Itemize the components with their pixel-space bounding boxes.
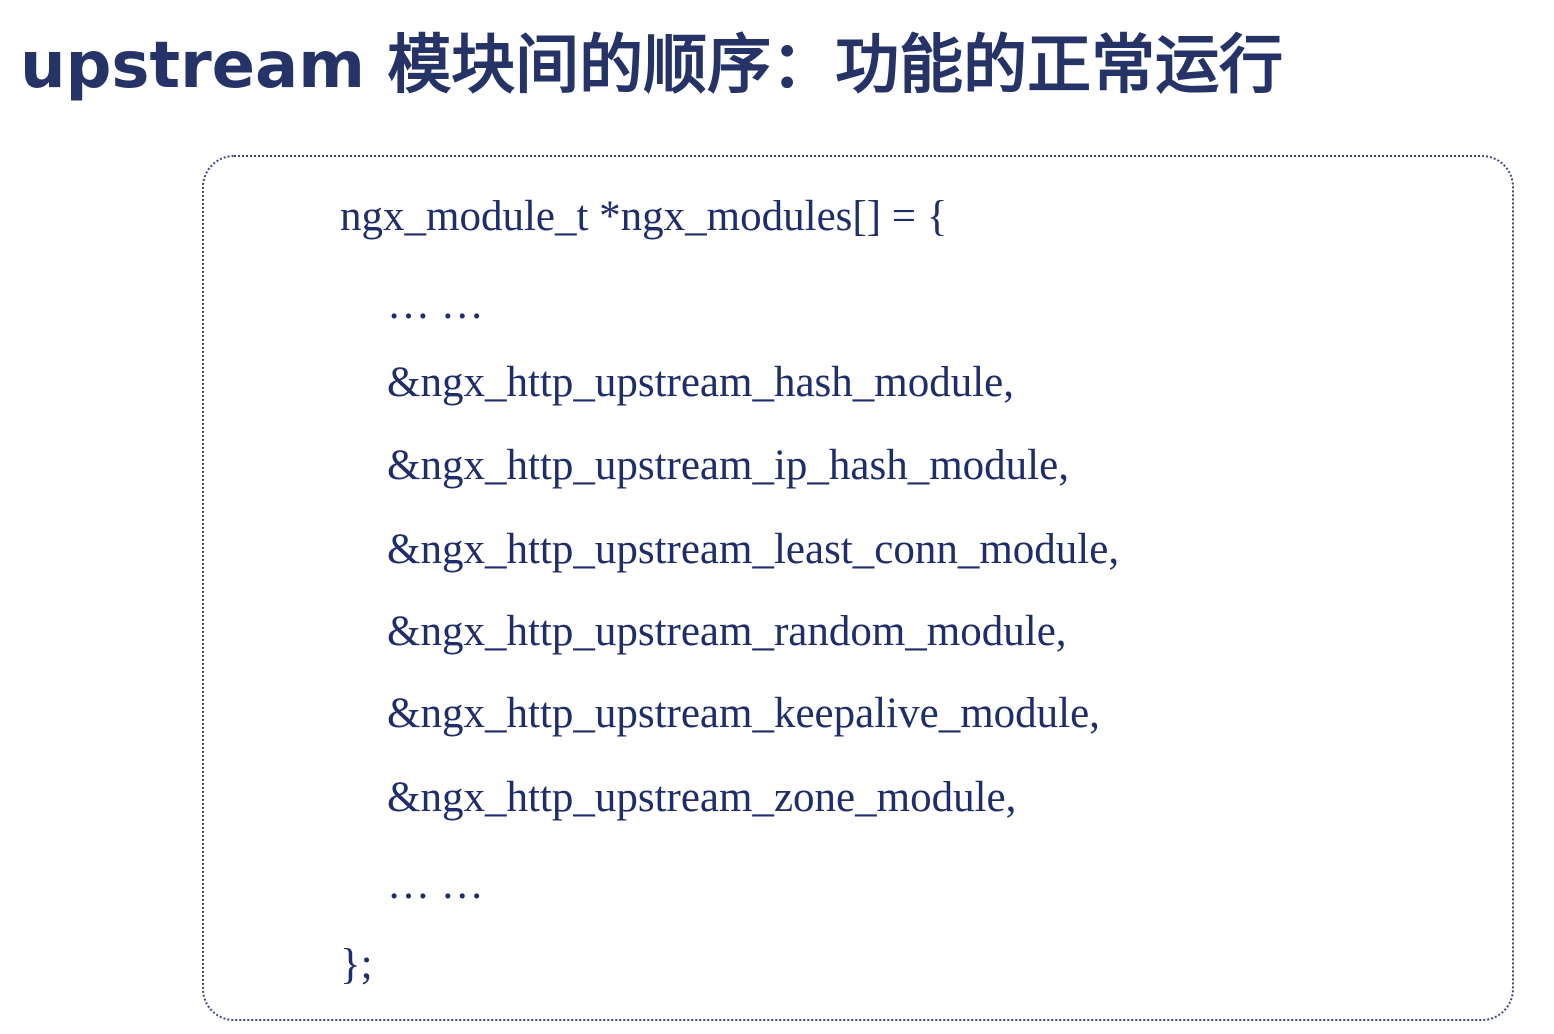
code-line-ellipsis-bottom: … … (387, 861, 484, 908)
code-line-keepalive-module: &ngx_http_upstream_keepalive_module, (387, 690, 1100, 737)
code-line-array-declaration: ngx_module_t *ngx_modules[] = { (340, 193, 948, 240)
code-line-ellipsis-top: … … (387, 281, 484, 328)
code-line-least-conn-module: &ngx_http_upstream_least_conn_module, (387, 526, 1120, 573)
slide-title: upstream 模块间的顺序：功能的正常运行 (20, 29, 1284, 103)
code-line-random-module: &ngx_http_upstream_random_module, (387, 608, 1067, 655)
code-line-ip-hash-module: &ngx_http_upstream_ip_hash_module, (387, 442, 1069, 489)
code-line-hash-module: &ngx_http_upstream_hash_module, (387, 359, 1015, 406)
code-line-array-close: }; (340, 941, 373, 988)
code-line-zone-module: &ngx_http_upstream_zone_module, (387, 774, 1017, 821)
